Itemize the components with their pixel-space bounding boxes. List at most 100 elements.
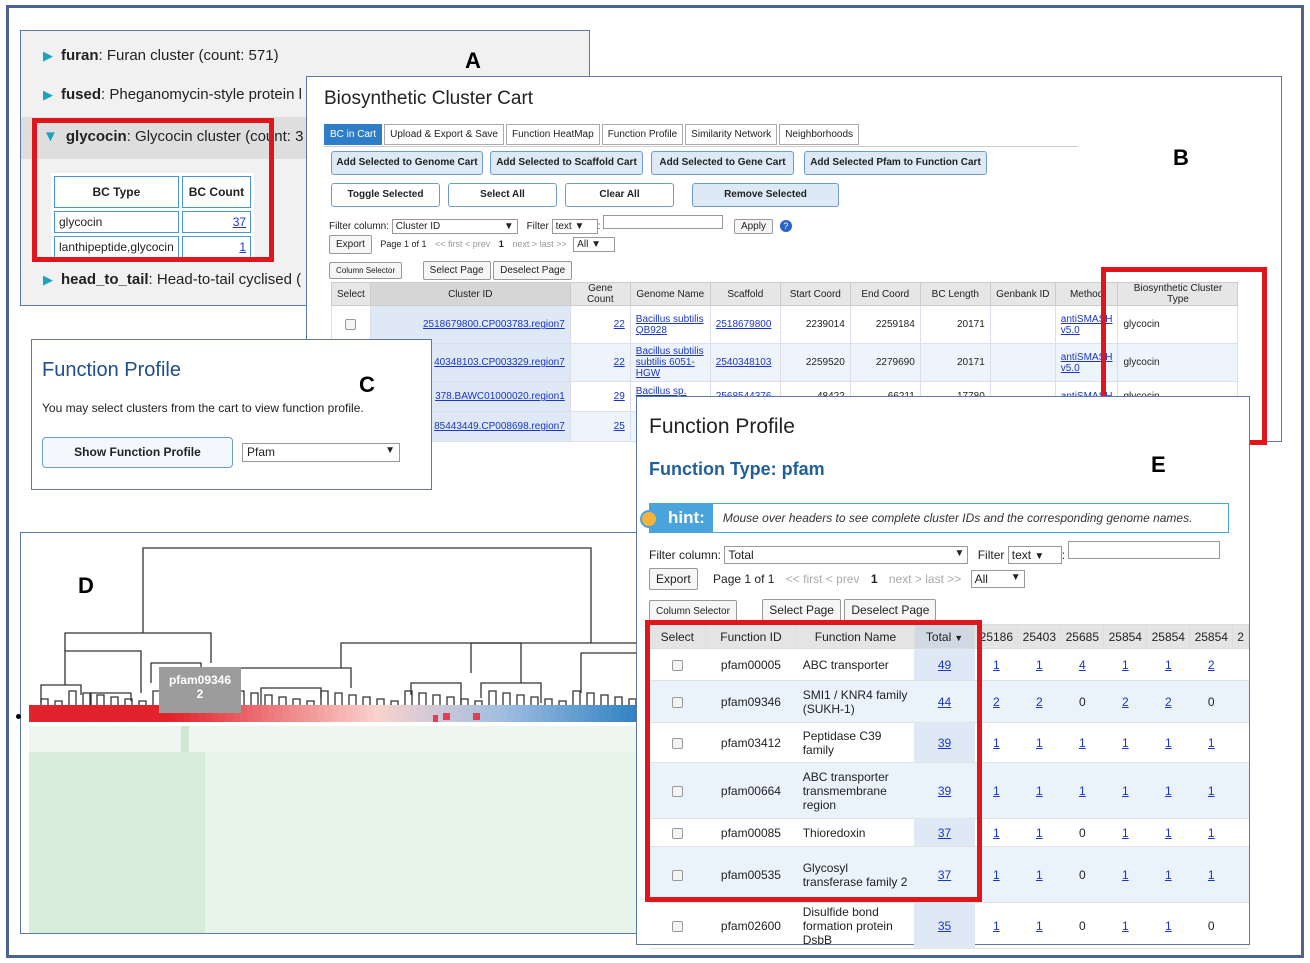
genome-count-link[interactable]: 2: [1122, 695, 1129, 709]
expand-triangle-icon[interactable]: ▶: [43, 87, 53, 102]
total-link[interactable]: 44: [938, 695, 951, 709]
row-checkbox[interactable]: [671, 737, 683, 749]
genome-count-link[interactable]: 1: [1165, 919, 1172, 933]
total-link[interactable]: 35: [938, 919, 951, 933]
genome-count-link[interactable]: 1: [993, 919, 1000, 933]
genome-count-link[interactable]: 1: [993, 736, 1000, 750]
filter-column-select[interactable]: Cluster ID ▼: [391, 219, 518, 234]
add-to-gene-cart-button[interactable]: Add Selected to Gene Cart: [651, 151, 794, 175]
genome-count-link[interactable]: 1: [993, 658, 1000, 672]
bc-type-row-head-to-tail[interactable]: ▶ head_to_tail: Head-to-tail cyclised (: [43, 271, 301, 288]
col-header[interactable]: Biosynthetic Cluster Type: [1117, 282, 1239, 306]
select-page-button[interactable]: Select Page: [422, 261, 491, 280]
col-header[interactable]: 25854: [1103, 624, 1148, 649]
toggle-selected-button[interactable]: Toggle Selected: [331, 183, 440, 207]
last-page-link[interactable]: last >>: [925, 572, 961, 586]
genome-count-link[interactable]: 1: [1165, 784, 1172, 798]
col-header[interactable]: 25685: [1060, 624, 1105, 649]
next-page-link[interactable]: next >: [512, 239, 537, 249]
genome-name-link[interactable]: Bacillus subtilis subtilis 6051-HGW: [636, 346, 704, 379]
bc-type-row-glycocin[interactable]: ▼ glycocin: Glycocin cluster (count: 3: [43, 128, 303, 145]
tab-function-profile[interactable]: Function Profile: [601, 124, 684, 145]
genome-count-link[interactable]: 1: [1165, 826, 1172, 840]
row-checkbox[interactable]: [671, 696, 683, 708]
gene-count-link[interactable]: 22: [614, 319, 625, 330]
col-header[interactable]: Genome Name: [629, 282, 711, 306]
col-header[interactable]: 25854: [1189, 624, 1234, 649]
genome-count-link[interactable]: 1: [1122, 736, 1129, 750]
bc-count-link[interactable]: 37: [233, 215, 246, 229]
genome-name-link[interactable]: Bacillus subtilis QB928: [636, 314, 704, 336]
col-header[interactable]: Total ▼: [913, 624, 976, 649]
col-header[interactable]: 25403: [1017, 624, 1062, 649]
filter-column-select[interactable]: Total ▼: [724, 546, 969, 564]
tab-bc-in-cart[interactable]: BC in Cart: [324, 124, 383, 145]
genome-count-link[interactable]: 1: [993, 868, 1000, 882]
help-icon[interactable]: ?: [779, 220, 792, 232]
col-header[interactable]: BC Type: [54, 176, 179, 208]
col-header[interactable]: Genbank ID: [989, 282, 1056, 306]
row-checkbox[interactable]: [671, 827, 683, 839]
page-size-select[interactable]: All ▼: [970, 570, 1025, 588]
total-link[interactable]: 37: [938, 826, 951, 840]
expand-triangle-icon[interactable]: ▶: [43, 272, 53, 287]
row-checkbox[interactable]: [671, 920, 683, 932]
first-page-link[interactable]: << first: [435, 239, 463, 249]
first-page-link[interactable]: << first: [786, 572, 823, 586]
col-header[interactable]: Select: [331, 282, 371, 306]
show-function-profile-button[interactable]: Show Function Profile: [42, 437, 233, 468]
bc-type-row-furan[interactable]: ▶ furan: Furan cluster (count: 571): [43, 47, 279, 64]
col-header[interactable]: End Coord: [849, 282, 921, 306]
genome-count-link[interactable]: 1: [1165, 736, 1172, 750]
tab-upload-export[interactable]: Upload & Export & Save: [384, 124, 504, 145]
col-header[interactable]: Gene Count: [569, 282, 631, 306]
filter-text-input[interactable]: [1068, 541, 1221, 559]
column-selector-button[interactable]: Column Selector: [649, 600, 737, 623]
col-header[interactable]: Method: [1054, 282, 1119, 306]
collapse-triangle-icon[interactable]: ▼: [43, 128, 58, 145]
genome-count-link[interactable]: 2: [993, 695, 1000, 709]
row-checkbox[interactable]: [671, 869, 683, 881]
col-header[interactable]: Cluster ID: [369, 282, 571, 306]
gene-count-link[interactable]: 29: [614, 391, 625, 402]
next-page-link[interactable]: next >: [889, 572, 922, 586]
row-checkbox[interactable]: [345, 318, 357, 330]
apply-button[interactable]: Apply: [733, 219, 773, 234]
genome-count-link[interactable]: 1: [1036, 736, 1043, 750]
bc-count-link[interactable]: 1: [239, 240, 246, 254]
genome-count-link[interactable]: 1: [993, 784, 1000, 798]
total-link[interactable]: 39: [938, 784, 951, 798]
genome-count-link[interactable]: 2: [1165, 695, 1172, 709]
genome-count-link[interactable]: 1: [1208, 784, 1215, 798]
method-link[interactable]: antiSMASH v5.0: [1061, 314, 1113, 336]
genome-count-link[interactable]: 1: [1036, 919, 1043, 933]
method-link[interactable]: antiSMASH v5.0: [1061, 352, 1113, 374]
col-header[interactable]: Scaffold: [709, 282, 781, 306]
genome-count-link[interactable]: 1: [1122, 784, 1129, 798]
col-header[interactable]: Function ID: [704, 624, 798, 649]
genome-count-link[interactable]: 1: [1208, 736, 1215, 750]
genome-count-link[interactable]: 1: [1036, 868, 1043, 882]
total-link[interactable]: 49: [938, 658, 951, 672]
deselect-page-button[interactable]: Deselect Page: [493, 261, 573, 280]
last-page-link[interactable]: last >>: [540, 239, 567, 249]
col-header[interactable]: Start Coord: [779, 282, 851, 306]
gene-count-link[interactable]: 22: [614, 357, 625, 368]
col-header[interactable]: 25854: [1146, 624, 1191, 649]
expand-triangle-icon[interactable]: ▶: [43, 48, 53, 63]
genome-count-link[interactable]: 1: [1122, 868, 1129, 882]
cluster-id-link[interactable]: 2518679800.CP003783.region7: [423, 319, 565, 330]
gene-count-link[interactable]: 25: [614, 421, 625, 432]
page-size-select[interactable]: All ▼: [573, 237, 616, 252]
function-type-select[interactable]: Pfam ▼: [242, 443, 400, 462]
genome-count-link[interactable]: 2: [1208, 658, 1215, 672]
genome-count-link[interactable]: 1: [1079, 736, 1086, 750]
remove-selected-button[interactable]: Remove Selected: [692, 183, 839, 207]
row-checkbox[interactable]: [671, 659, 683, 671]
col-header[interactable]: BC Length: [919, 282, 991, 306]
add-pfam-to-function-cart-button[interactable]: Add Selected Pfam to Function Cart: [804, 151, 987, 175]
col-header[interactable]: Select: [649, 624, 706, 649]
add-to-genome-cart-button[interactable]: Add Selected to Genome Cart: [331, 151, 483, 175]
genome-count-link[interactable]: 1: [1165, 868, 1172, 882]
total-link[interactable]: 37: [938, 868, 951, 882]
